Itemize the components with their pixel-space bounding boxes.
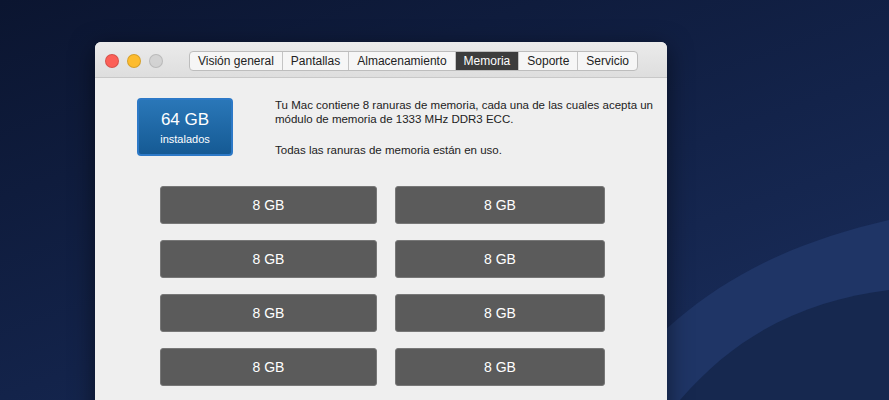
installed-badge: 64 GB instalados (137, 98, 233, 156)
memory-slot: 8 GB (160, 348, 377, 386)
installed-size: 64 GB (161, 110, 209, 130)
minimize-button-icon[interactable] (127, 54, 141, 68)
memory-slot: 8 GB (395, 240, 605, 278)
tab[interactable]: Servicio (578, 52, 637, 70)
desktop: Visión generalPantallasAlmacenamientoMem… (0, 0, 889, 400)
tab-bar: Visión generalPantallasAlmacenamientoMem… (189, 51, 638, 71)
memory-status: Todas las ranuras de memoria están en us… (275, 144, 655, 156)
memory-summary: 64 GB instalados Tu Mac contiene 8 ranuras… (137, 98, 667, 156)
memory-slot: 8 GB (395, 348, 605, 386)
tab[interactable]: Memoria (456, 52, 520, 70)
tab[interactable]: Visión general (190, 52, 283, 70)
memory-slot: 8 GB (160, 186, 377, 224)
zoom-button-icon (149, 54, 163, 68)
memory-info: Tu Mac contiene 8 ranuras de memoria, ca… (275, 98, 655, 156)
title-bar: Visión generalPantallasAlmacenamientoMem… (95, 42, 667, 78)
tab[interactable]: Soporte (519, 52, 578, 70)
memory-slot: 8 GB (395, 294, 605, 332)
tab[interactable]: Almacenamiento (349, 52, 455, 70)
window-controls (105, 54, 163, 68)
about-window: Visión generalPantallasAlmacenamientoMem… (95, 42, 667, 400)
close-button-icon[interactable] (105, 54, 119, 68)
memory-slot: 8 GB (160, 240, 377, 278)
memory-pane: 64 GB instalados Tu Mac contiene 8 ranuras… (95, 78, 667, 386)
installed-label: instalados (160, 133, 210, 145)
memory-description: Tu Mac contiene 8 ranuras de memoria, ca… (275, 98, 655, 126)
tab[interactable]: Pantallas (283, 52, 349, 70)
memory-slot: 8 GB (160, 294, 377, 332)
memory-slots: 8 GB 8 GB 8 GB 8 GB 8 GB 8 GB 8 GB 8 GB (160, 186, 667, 386)
memory-slot: 8 GB (395, 186, 605, 224)
